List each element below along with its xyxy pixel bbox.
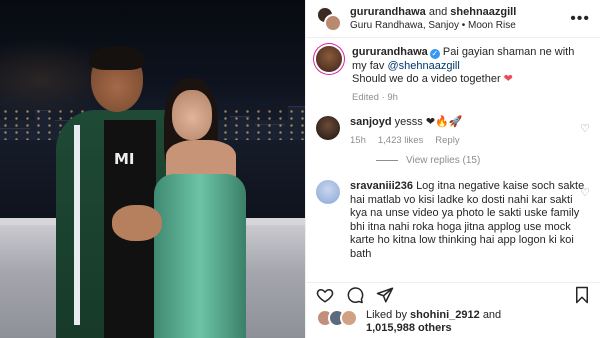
- collab-avatars[interactable]: [316, 5, 342, 32]
- likes-count[interactable]: 1,015,988 others: [366, 322, 452, 334]
- woman-face: [172, 90, 212, 140]
- likes-summary: Liked by shohini_2912 and 1,015,988 othe…: [316, 309, 501, 335]
- post-side-panel: gururandhawa and shehnaazgill Guru Randh…: [305, 0, 600, 338]
- comment-username[interactable]: sravaniii236: [350, 180, 413, 192]
- view-replies-label: View replies (15): [406, 155, 481, 166]
- author-link-shehnaazgill[interactable]: shehnaazgill: [450, 6, 516, 18]
- comment-icon[interactable]: [346, 286, 364, 304]
- verified-badge-icon: ✓: [429, 49, 440, 59]
- comment-item: sanjoyd yesss ❤🔥🚀 15h 1,423 likes Reply …: [316, 116, 590, 147]
- more-horizontal-icon[interactable]: •••: [570, 10, 590, 28]
- liked-and-label: and: [482, 309, 502, 321]
- share-icon[interactable]: [376, 286, 394, 304]
- clasped-hands: [112, 205, 162, 241]
- liker-username[interactable]: shohini_2912: [410, 309, 480, 321]
- liked-by-label: Liked by: [366, 309, 407, 321]
- green-dress: [154, 174, 246, 338]
- shirt-print: MI: [114, 150, 135, 168]
- comment-item: sravaniii236 Log itna negative kaise soc…: [316, 180, 590, 261]
- caption-meta: Edited · 9h: [352, 91, 398, 103]
- bookmark-icon[interactable]: [573, 286, 591, 304]
- audio-attribution[interactable]: Guru Randhawa, Sanjoy • Moon Rise: [350, 19, 570, 32]
- comments-list[interactable]: gururandhawa ✓ Pai gayian shaman ne with …: [306, 38, 600, 280]
- person-woman: [150, 78, 250, 338]
- instagram-post-view: MI gururandhawa and shehnaazgill Guru Ra…: [0, 0, 600, 338]
- heart-emoji: ❤: [503, 73, 513, 85]
- mention-link[interactable]: @shehnaazgill: [387, 60, 459, 72]
- post-header: gururandhawa and shehnaazgill Guru Randh…: [306, 0, 600, 38]
- reply-button[interactable]: Reply: [435, 134, 459, 148]
- heart-icon[interactable]: [316, 286, 334, 304]
- post-photo[interactable]: MI: [0, 0, 305, 338]
- avatar[interactable]: [316, 116, 340, 140]
- avatar[interactable]: [316, 46, 342, 72]
- caption-text-2: Should we do a video together: [352, 73, 501, 85]
- comment-like-heart-icon[interactable]: ♡: [580, 122, 590, 135]
- author-link-gururandhawa[interactable]: gururandhawa: [350, 6, 426, 18]
- comment-time[interactable]: 15h: [350, 134, 366, 148]
- comment-like-heart-icon[interactable]: ♡: [580, 186, 590, 199]
- comment-text: yesss ❤🔥🚀: [394, 116, 463, 128]
- comment-username[interactable]: sanjoyd: [350, 116, 392, 128]
- man-hair: [89, 46, 145, 70]
- view-replies-button[interactable]: View replies (15): [376, 155, 590, 166]
- action-bar: [306, 282, 600, 304]
- caption-username[interactable]: gururandhawa: [352, 46, 428, 58]
- avatar[interactable]: [316, 180, 340, 204]
- comment-likes[interactable]: 1,423 likes: [378, 134, 423, 148]
- liker-avatars[interactable]: [316, 309, 360, 327]
- caption: gururandhawa ✓ Pai gayian shaman ne with …: [316, 46, 590, 104]
- post-authors: gururandhawa and shehnaazgill: [350, 5, 517, 18]
